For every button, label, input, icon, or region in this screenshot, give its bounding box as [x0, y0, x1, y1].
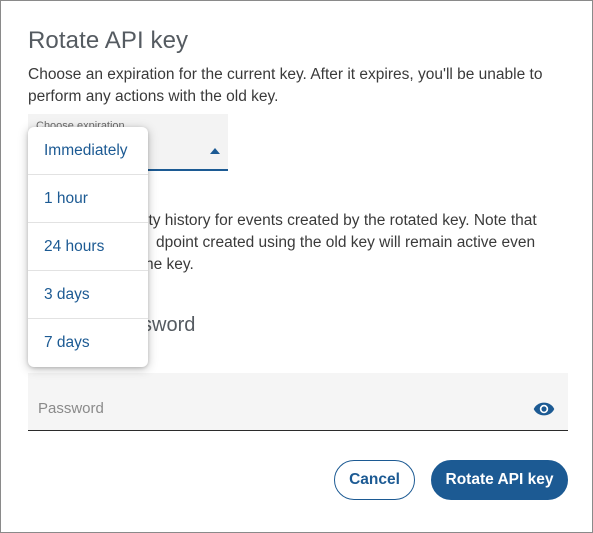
menu-item-7-days[interactable]: 7 days: [28, 319, 148, 367]
menu-item-3-days[interactable]: 3 days: [28, 271, 148, 319]
menu-item-immediately[interactable]: Immediately: [28, 127, 148, 175]
rotate-api-key-button[interactable]: Rotate API key: [431, 460, 568, 500]
rotate-api-key-dialog: Rotate API key Choose an expiration for …: [0, 0, 593, 533]
cancel-button[interactable]: Cancel: [334, 460, 415, 500]
password-field[interactable]: [28, 373, 568, 431]
password-input[interactable]: [28, 373, 568, 430]
menu-item-1-hour[interactable]: 1 hour: [28, 175, 148, 223]
dialog-title: Rotate API key: [28, 27, 189, 54]
caret-up-icon: [210, 148, 220, 154]
dialog-description: Choose an expiration for the current key…: [28, 66, 543, 105]
eye-icon[interactable]: [533, 401, 555, 417]
expiration-dropdown-menu: Immediately 1 hour 24 hours 3 days 7 day…: [28, 127, 148, 367]
menu-item-24-hours[interactable]: 24 hours: [28, 223, 148, 271]
